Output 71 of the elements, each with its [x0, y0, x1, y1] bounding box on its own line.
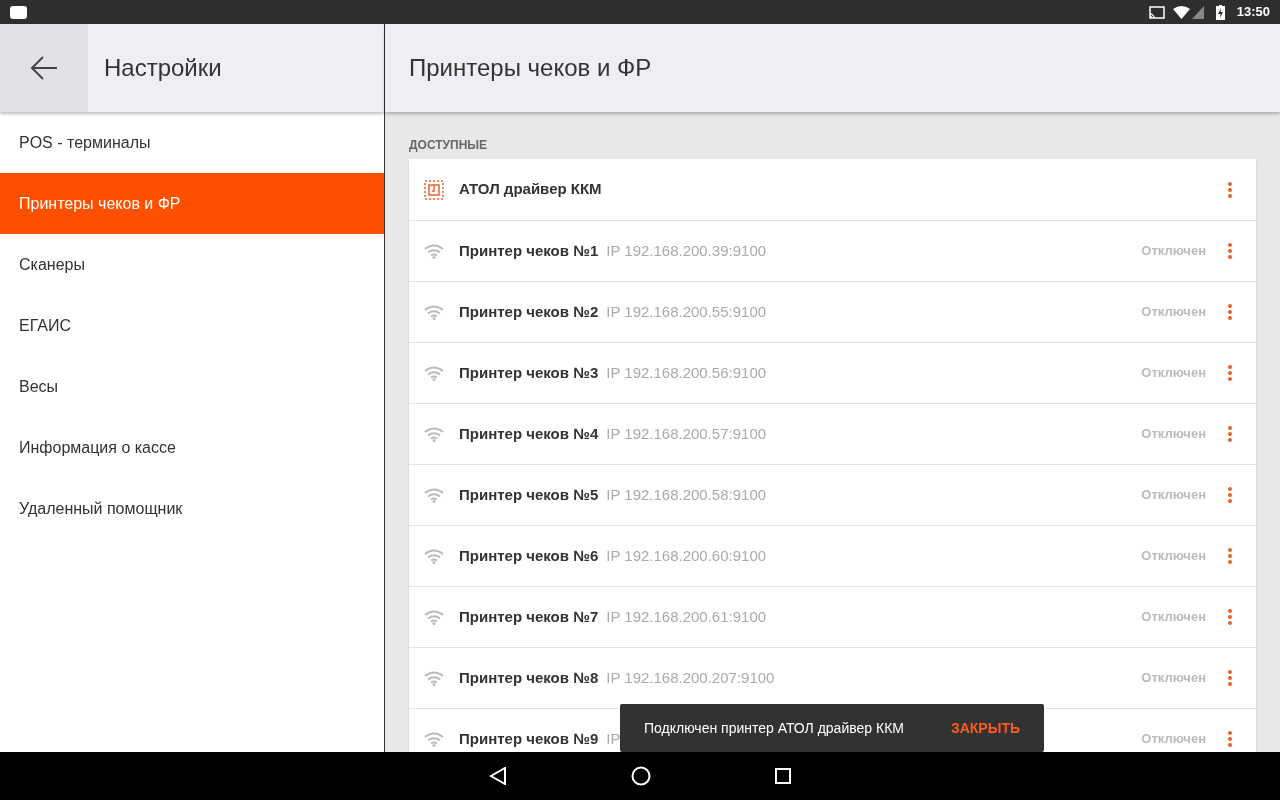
- device-row[interactable]: Принтер чеков №2 IP 192.168.200.55:9100 Отключен: [409, 281, 1256, 342]
- device-row[interactable]: АТОЛ драйвер ККМ: [409, 159, 1256, 220]
- wifi-icon: [424, 304, 444, 320]
- wifi-icon: [424, 426, 444, 442]
- device-name: АТОЛ драйвер ККМ: [459, 179, 602, 200]
- sidebar-title: Настройки: [104, 53, 222, 83]
- device-status: Отключен: [1141, 669, 1206, 688]
- battery-icon: [1215, 4, 1225, 20]
- device-row[interactable]: Принтер чеков №1 IP 192.168.200.39:9100 Отключен: [409, 220, 1256, 281]
- device-address: IP 192.168.200.56:9100: [606, 362, 767, 383]
- notification-icon: [10, 5, 27, 19]
- home-nav-icon[interactable]: [631, 766, 651, 786]
- page-title: Принтеры чеков и ФР: [409, 53, 652, 83]
- chip-icon: [424, 179, 444, 200]
- snackbar-message: Подключен принтер АТОЛ драйвер ККМ: [644, 718, 905, 738]
- device-address: IP 192.168.200.39:9100: [606, 240, 767, 261]
- device-name: Принтер чеков №8: [459, 667, 599, 688]
- back-arrow-icon: [30, 56, 58, 80]
- more-options-icon[interactable]: [1228, 487, 1232, 503]
- device-address: IP 192.168.200.207:9100: [606, 667, 775, 688]
- more-options-icon[interactable]: [1228, 365, 1232, 381]
- wifi-icon: [424, 243, 444, 259]
- wifi-icon: [424, 487, 444, 503]
- section-header: ДОСТУПНЫЕ: [409, 138, 489, 154]
- device-address: IP 192.168.200.61:9100: [606, 606, 767, 627]
- wifi-icon: [424, 548, 444, 564]
- cast-icon: [1148, 5, 1165, 19]
- device-name: Принтер чеков №4: [459, 423, 599, 444]
- close-button[interactable]: ЗАКРЫТЬ: [950, 717, 1020, 739]
- more-options-icon[interactable]: [1228, 243, 1232, 259]
- device-status: Отключен: [1141, 486, 1206, 505]
- more-options-icon[interactable]: [1228, 609, 1232, 625]
- signal-icon: [1191, 5, 1204, 19]
- device-address: IP: [606, 728, 621, 749]
- device-name: Принтер чеков №7: [459, 606, 599, 627]
- device-status: Отключен: [1141, 547, 1206, 566]
- device-row[interactable]: Принтер чеков №4 IP 192.168.200.57:9100 Отключен: [409, 403, 1256, 464]
- device-name: Принтер чеков №2: [459, 301, 599, 322]
- more-options-icon[interactable]: [1228, 548, 1232, 564]
- wifi-icon: [424, 365, 444, 381]
- more-options-icon[interactable]: [1228, 426, 1232, 442]
- device-status: Отключен: [1141, 242, 1206, 261]
- device-row[interactable]: Принтер чеков №5 IP 192.168.200.58:9100 Отключен: [409, 464, 1256, 525]
- more-options-icon[interactable]: [1228, 670, 1232, 686]
- more-options-icon[interactable]: [1228, 304, 1232, 320]
- clock-time: 13:50: [1236, 3, 1270, 22]
- wifi-icon: [424, 731, 444, 747]
- wifi-icon: [424, 670, 444, 686]
- device-name: Принтер чеков №6: [459, 545, 599, 566]
- device-status: Отключен: [1141, 730, 1206, 749]
- device-address: IP 192.168.200.55:9100: [606, 301, 767, 322]
- device-name: Принтер чеков №3: [459, 362, 599, 383]
- device-name: Принтер чеков №1: [459, 240, 599, 261]
- device-status: Отключен: [1141, 608, 1206, 627]
- wifi-icon: [1172, 5, 1190, 19]
- more-options-icon[interactable]: [1228, 731, 1232, 747]
- device-status: Отключен: [1141, 303, 1206, 322]
- device-name: Принтер чеков №9: [459, 728, 599, 749]
- device-row[interactable]: Принтер чеков №3 IP 192.168.200.56:9100 Отключен: [409, 342, 1256, 403]
- device-row[interactable]: Принтер чеков №6 IP 192.168.200.60:9100 Отключен: [409, 525, 1256, 586]
- device-address: IP 192.168.200.58:9100: [606, 484, 767, 505]
- device-address: IP 192.168.200.60:9100: [606, 545, 767, 566]
- device-status: Отключен: [1141, 425, 1206, 444]
- device-name: Принтер чеков №5: [459, 484, 599, 505]
- back-nav-icon[interactable]: [489, 767, 507, 785]
- wifi-icon: [424, 609, 444, 625]
- device-status: Отключен: [1141, 364, 1206, 383]
- device-row[interactable]: Принтер чеков №7 IP 192.168.200.61:9100 Отключен: [409, 586, 1256, 647]
- device-address: IP 192.168.200.57:9100: [606, 423, 767, 444]
- more-options-icon[interactable]: [1228, 181, 1232, 198]
- recents-nav-icon[interactable]: [775, 768, 791, 784]
